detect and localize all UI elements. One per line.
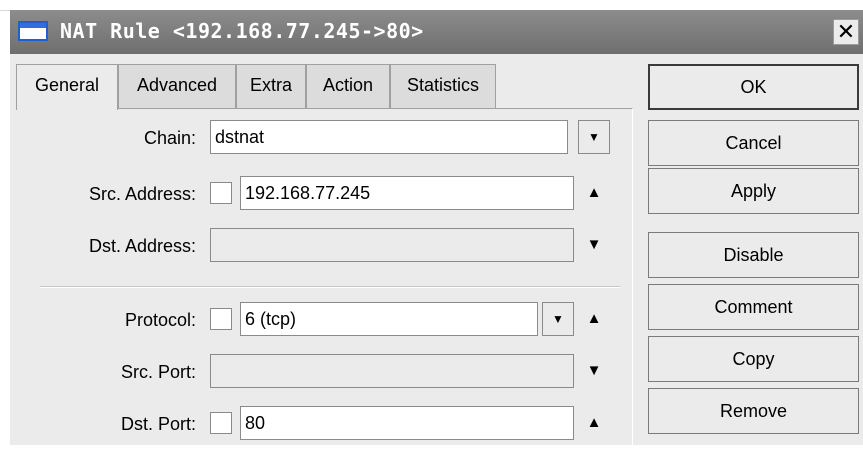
cancel-button[interactable]: Cancel (648, 120, 859, 166)
arrow-down-icon: ▼ (586, 362, 602, 379)
window-title: NAT Rule <192.168.77.245->80> (60, 19, 424, 43)
tab-action[interactable]: Action (306, 64, 390, 108)
close-icon: ✕ (836, 19, 856, 44)
src-address-negate-checkbox[interactable] (210, 182, 232, 204)
arrow-down-icon: ▼ (586, 236, 602, 253)
apply-button[interactable]: Apply (648, 168, 859, 214)
chevron-down-icon: ▼ (588, 130, 600, 144)
general-panel (16, 108, 633, 449)
protocol-collapse-arrow[interactable]: ▲ (580, 302, 608, 336)
comment-button[interactable]: Comment (648, 284, 859, 330)
chevron-down-icon: ▼ (552, 312, 564, 326)
protocol-negate-checkbox[interactable] (210, 308, 232, 330)
src-port-field[interactable] (210, 354, 574, 388)
protocol-dropdown-button[interactable]: ▼ (542, 302, 574, 336)
arrow-up-icon: ▲ (586, 414, 602, 431)
tab-advanced[interactable]: Advanced (118, 64, 236, 108)
ok-button[interactable]: OK (648, 64, 859, 110)
src-address-field[interactable]: 192.168.77.245 (240, 176, 574, 210)
tab-statistics[interactable]: Statistics (390, 64, 496, 108)
src-address-collapse-arrow[interactable]: ▲ (580, 176, 608, 210)
window-icon (18, 21, 48, 41)
chain-label: Chain: (143, 128, 196, 148)
src-port-expand-arrow[interactable]: ▼ (580, 354, 608, 388)
arrow-up-icon: ▲ (586, 310, 602, 327)
remove-button[interactable]: Remove (648, 388, 859, 434)
protocol-field[interactable]: 6 (tcp) (240, 302, 538, 336)
dst-port-field[interactable]: 80 (240, 406, 574, 440)
protocol-label: Protocol: (124, 310, 196, 330)
dst-port-label: Dst. Port: (120, 414, 196, 434)
title-bar[interactable]: NAT Rule <192.168.77.245->80> ✕ (10, 10, 863, 54)
chain-field[interactable]: dstnat (210, 120, 568, 154)
close-button[interactable]: ✕ (833, 19, 859, 45)
dst-address-expand-arrow[interactable]: ▼ (580, 228, 608, 262)
dst-address-label: Dst. Address: (88, 236, 196, 256)
nat-rule-dialog: NAT Rule <192.168.77.245->80> ✕ General … (10, 10, 863, 449)
dst-port-collapse-arrow[interactable]: ▲ (580, 406, 608, 440)
src-address-label: Src. Address: (88, 184, 196, 204)
dst-port-negate-checkbox[interactable] (210, 412, 232, 434)
arrow-up-icon: ▲ (586, 184, 602, 201)
tab-general[interactable]: General (16, 64, 118, 110)
copy-button[interactable]: Copy (648, 336, 859, 382)
section-divider (40, 286, 620, 288)
disable-button[interactable]: Disable (648, 232, 859, 278)
tab-extra[interactable]: Extra (236, 64, 306, 108)
chain-dropdown-button[interactable]: ▼ (578, 120, 610, 154)
dst-address-field[interactable] (210, 228, 574, 262)
src-port-label: Src. Port: (120, 362, 196, 382)
